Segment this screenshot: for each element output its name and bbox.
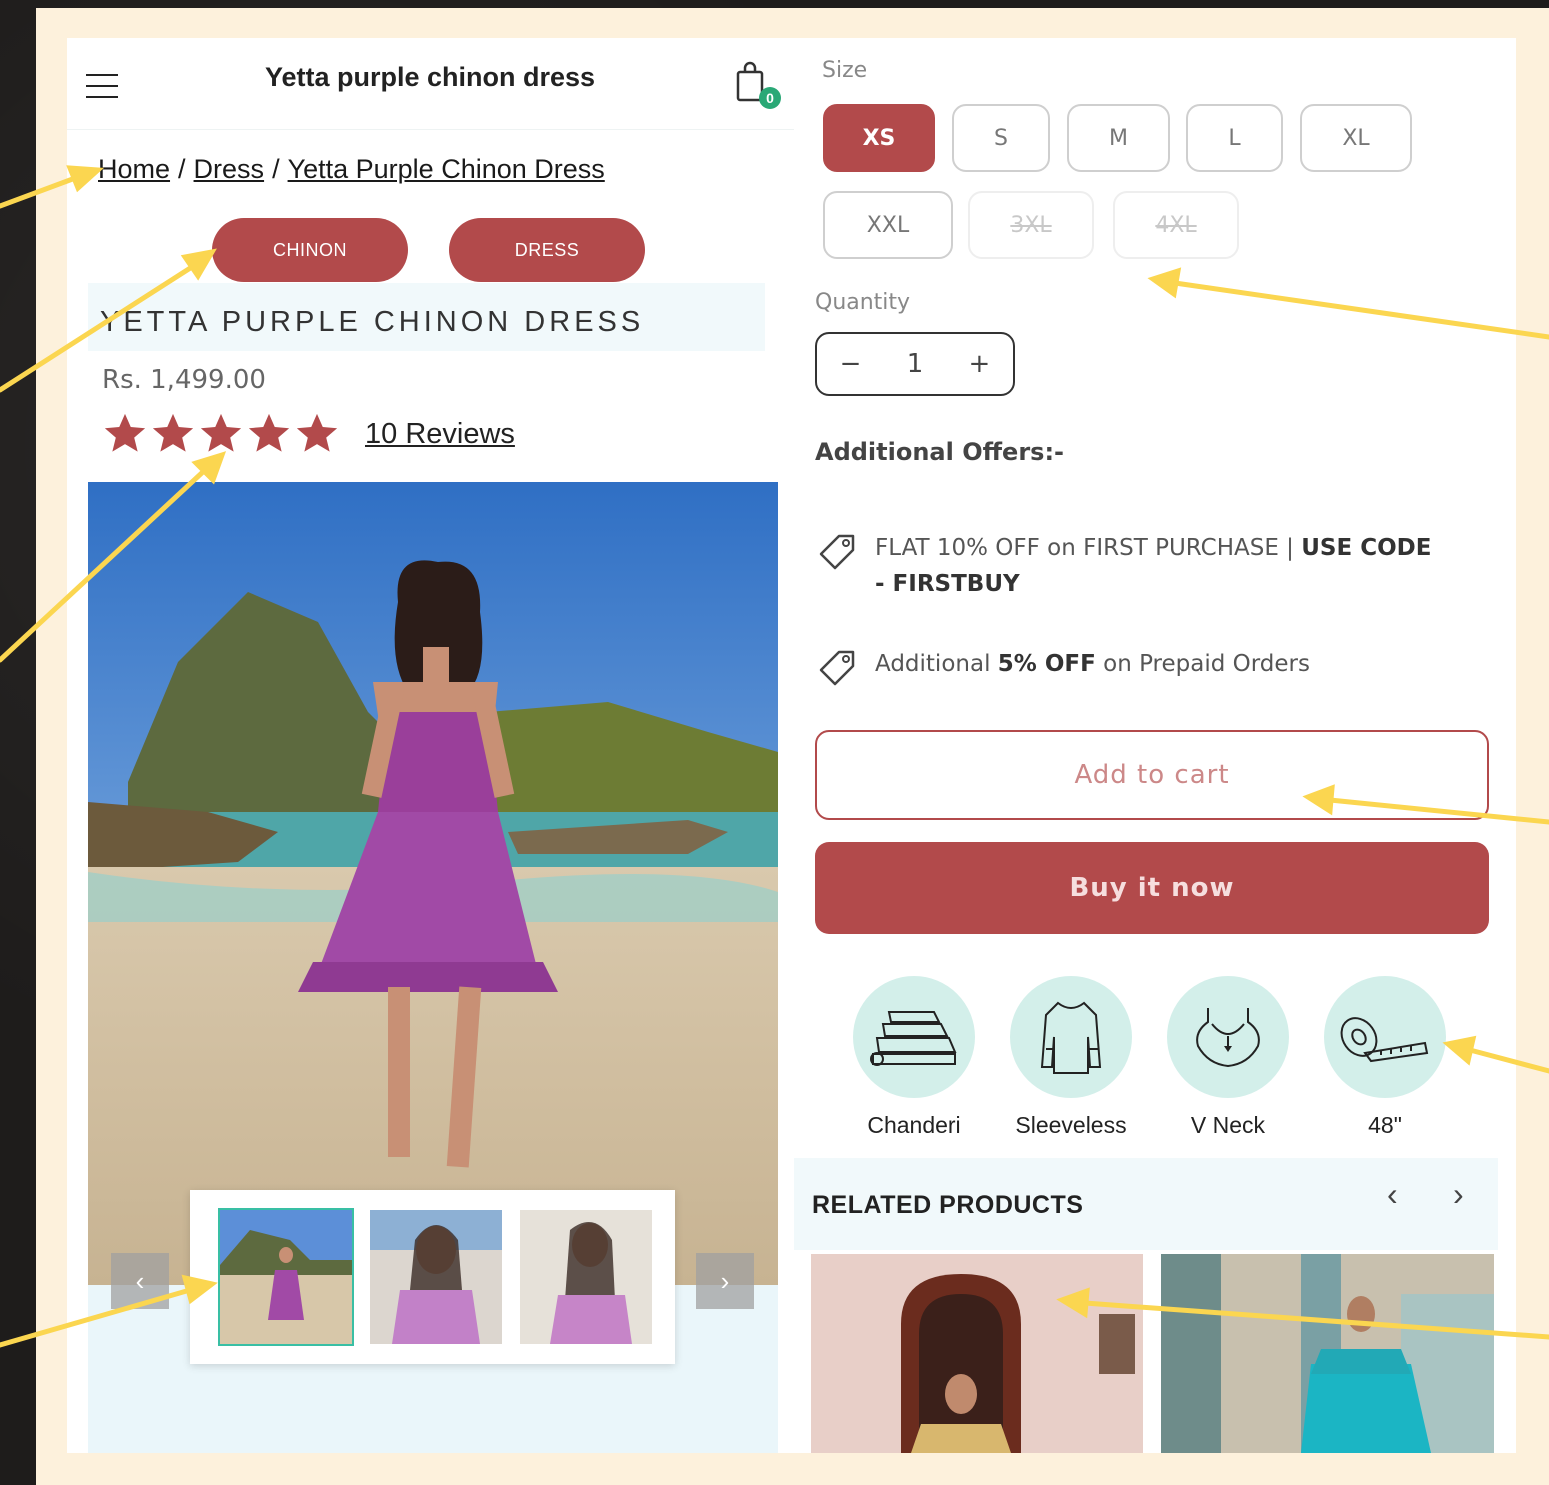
feature-label: Sleeveless — [1015, 1112, 1127, 1138]
tag-dress-button[interactable]: DRESS — [449, 218, 645, 282]
gallery-prev-button[interactable]: ‹ — [111, 1253, 169, 1309]
breadcrumb-current[interactable]: Yetta Purple Chinon Dress — [288, 154, 605, 184]
offer-first-purchase: FLAT 10% OFF on FIRST PURCHASE | USE COD… — [815, 530, 1435, 610]
feature-label: 48" — [1368, 1112, 1402, 1138]
price-tag-icon — [819, 534, 855, 570]
related-product-card-1[interactable] — [811, 1254, 1143, 1453]
quantity-increase-button[interactable]: + — [969, 349, 991, 379]
feature-neck: V Neck — [1148, 976, 1308, 1139]
offer-2-post: on Prepaid Orders — [1095, 651, 1310, 677]
breadcrumb-separator: / — [178, 154, 186, 184]
size-4xl-button[interactable]: 4XL — [1113, 191, 1239, 259]
product-title: YETTA PURPLE CHINON DRESS — [100, 306, 645, 338]
offer-2-pre: Additional — [875, 651, 998, 677]
size-s-button[interactable]: S — [952, 104, 1050, 172]
product-price: Rs. 1,499.00 — [102, 365, 266, 395]
offer-2-bold: 5% OFF — [997, 651, 1096, 677]
quantity-stepper: − 1 + — [815, 332, 1015, 396]
feature-sleeve: Sleeveless — [991, 976, 1151, 1139]
quantity-value[interactable]: 1 — [907, 349, 924, 379]
feature-fabric: Chanderi — [834, 976, 994, 1139]
related-prev-button[interactable]: ‹ — [1387, 1176, 1398, 1213]
offer-1-text: FLAT 10% OFF on FIRST PURCHASE | — [875, 535, 1302, 561]
star-icon — [248, 413, 290, 452]
offers-title: Additional Offers:- — [815, 438, 1065, 466]
breadcrumb-dress[interactable]: Dress — [194, 154, 265, 184]
size-xxl-button[interactable]: XXL — [823, 191, 953, 259]
size-3xl-button[interactable]: 3XL — [968, 191, 1094, 259]
thumbnail-1[interactable] — [218, 1208, 354, 1346]
offer-prepaid: Additional 5% OFF on Prepaid Orders — [815, 646, 1435, 690]
reviews-link[interactable]: 10 Reviews — [365, 418, 515, 451]
header-title: Yetta purple chinon dress — [264, 62, 596, 92]
size-label: Size — [822, 58, 868, 83]
star-icon — [104, 413, 146, 452]
add-to-cart-button[interactable]: Add to cart — [815, 730, 1489, 820]
price-tag-icon — [819, 650, 855, 686]
quantity-label: Quantity — [815, 290, 911, 315]
related-next-button[interactable]: › — [1453, 1176, 1464, 1213]
star-icon — [296, 413, 338, 452]
quantity-decrease-button[interactable]: − — [840, 349, 862, 379]
feature-length: 48" — [1305, 976, 1465, 1139]
menu-icon[interactable] — [86, 74, 118, 100]
feature-label: V Neck — [1190, 1112, 1266, 1138]
shopping-bag-icon[interactable]: 0 — [732, 60, 788, 116]
star-icon — [200, 413, 242, 452]
star-rating — [102, 410, 340, 456]
cart-count-badge: 0 — [766, 90, 774, 106]
tag-chinon-button[interactable]: CHINON — [212, 218, 408, 282]
fabric-stack-icon — [853, 976, 975, 1098]
sleeveless-top-icon — [1010, 976, 1132, 1098]
buy-now-button[interactable]: Buy it now — [815, 842, 1489, 934]
measuring-tape-icon — [1324, 976, 1446, 1098]
product-main-image[interactable] — [88, 482, 778, 1285]
v-neck-icon — [1167, 976, 1289, 1098]
thumbnail-3[interactable] — [520, 1210, 652, 1344]
feature-label: Chanderi — [867, 1112, 961, 1138]
size-xs-button[interactable]: XS — [823, 104, 935, 172]
size-m-button[interactable]: M — [1067, 104, 1170, 172]
breadcrumb-separator: / — [272, 154, 280, 184]
breadcrumb-home[interactable]: Home — [98, 154, 170, 184]
star-icon — [152, 413, 194, 452]
gallery-next-button[interactable]: › — [696, 1253, 754, 1309]
size-l-button[interactable]: L — [1186, 104, 1283, 172]
related-product-card-2[interactable] — [1161, 1254, 1494, 1453]
thumbnail-2[interactable] — [370, 1210, 502, 1344]
related-products-title: RELATED PRODUCTS — [812, 1191, 1084, 1219]
breadcrumb: Home / Dress / Yetta Purple Chinon Dress — [98, 154, 605, 185]
size-xl-button[interactable]: XL — [1300, 104, 1412, 172]
